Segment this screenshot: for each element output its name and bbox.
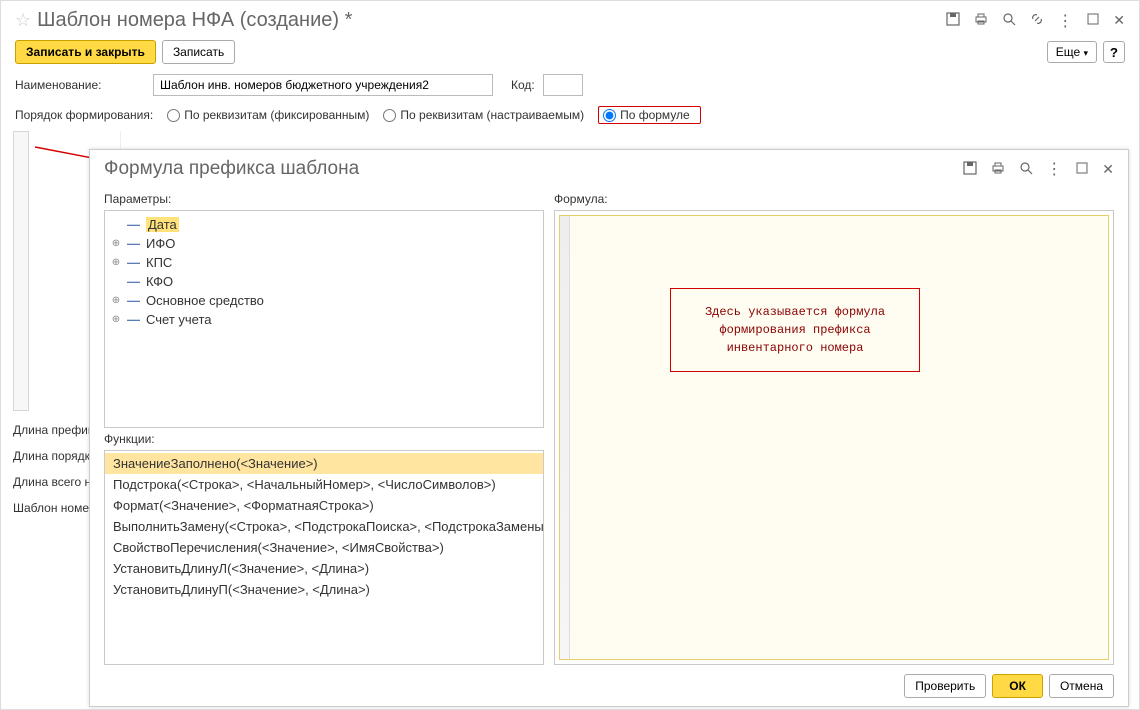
radio-formula-highlight: По формуле xyxy=(598,106,701,124)
formula-label: Формула: xyxy=(554,192,1114,206)
panel-edge xyxy=(13,131,29,411)
kebab-icon[interactable]: ⋮ xyxy=(1057,11,1073,31)
functions-label: Функции: xyxy=(104,432,544,446)
function-item[interactable]: ЗначениеЗаполнено(<Значение>) xyxy=(105,453,543,474)
right-column: Формула: Здесь указывается формула форми… xyxy=(554,188,1114,665)
help-button[interactable]: ? xyxy=(1103,41,1125,63)
param-item[interactable]: ⊕ — Счет учета xyxy=(105,310,543,329)
param-item[interactable]: ⊕ — КПС xyxy=(105,253,543,272)
close-icon[interactable]: ✕ xyxy=(1113,12,1125,29)
code-label: Код: xyxy=(511,78,535,92)
ok-button[interactable]: ОК xyxy=(992,674,1043,698)
expand-icon[interactable]: ⊕ xyxy=(111,314,121,325)
params-panel[interactable]: — Дата ⊕ — ИФО ⊕ — КПС — КФО ⊕ — Основное средство ⊕ —… xyxy=(104,210,544,428)
param-label: Основное средство xyxy=(146,293,264,308)
editor-gutter xyxy=(560,216,570,659)
expand-icon[interactable]: ⊕ xyxy=(111,257,121,268)
function-item[interactable]: СвойствоПеречисления(<Значение>, <ИмяСво… xyxy=(105,537,543,558)
name-row: Наименование: Код: xyxy=(15,74,1125,96)
expand-icon[interactable]: ⊕ xyxy=(111,238,121,249)
params-label: Параметры: xyxy=(104,192,544,206)
save-icon[interactable] xyxy=(945,11,961,30)
function-item[interactable]: УстановитьДлинуП(<Значение>, <Длина>) xyxy=(105,579,543,600)
formula-modal: Формула префикса шаблона ⋮ ✕ Параметры: … xyxy=(89,149,1129,707)
modal-print-icon[interactable] xyxy=(990,160,1006,179)
cancel-button[interactable]: Отмена xyxy=(1049,674,1114,698)
function-item[interactable]: Формат(<Значение>, <ФорматнаяСтрока>) xyxy=(105,495,543,516)
param-item[interactable]: — Дата xyxy=(105,215,543,234)
order-label: Порядок формирования: xyxy=(15,108,153,122)
star-icon[interactable]: ☆ xyxy=(15,10,31,31)
search-icon[interactable] xyxy=(1001,11,1017,30)
function-item[interactable]: УстановитьДлинуЛ(<Значение>, <Длина>) xyxy=(105,558,543,579)
bullet-icon: — xyxy=(127,236,140,251)
functions-panel[interactable]: ЗначениеЗаполнено(<Значение>)Подстрока(<… xyxy=(104,450,544,665)
radio-custom[interactable]: По реквизитам (настраиваемым) xyxy=(383,108,584,122)
expand-icon[interactable]: ⊕ xyxy=(111,295,121,306)
param-label: КПС xyxy=(146,255,172,270)
function-item[interactable]: Подстрока(<Строка>, <НачальныйНомер>, <Ч… xyxy=(105,474,543,495)
param-label: КФО xyxy=(146,274,173,289)
modal-maximize-icon[interactable] xyxy=(1074,160,1090,179)
more-button[interactable]: Еще ▾ xyxy=(1047,41,1097,63)
param-item[interactable]: ⊕ — Основное средство xyxy=(105,291,543,310)
window-title: Шаблон номера НФА (создание) * xyxy=(37,9,945,32)
bullet-icon: — xyxy=(127,255,140,270)
name-label: Наименование: xyxy=(15,78,145,92)
link-icon[interactable] xyxy=(1029,11,1045,30)
bullet-icon: — xyxy=(127,312,140,327)
modal-close-icon[interactable]: ✕ xyxy=(1102,161,1114,178)
param-label: ИФО xyxy=(146,236,175,251)
modal-footer: Проверить ОК Отмена xyxy=(90,665,1128,706)
bullet-icon: — xyxy=(127,293,140,308)
order-row: Порядок формирования: По реквизитам (фик… xyxy=(15,106,1125,124)
modal-search-icon[interactable] xyxy=(1018,160,1034,179)
radio-formula[interactable]: По формуле xyxy=(603,108,690,122)
main-window: ☆ Шаблон номера НФА (создание) * ⋮ ✕ Зап… xyxy=(1,1,1139,170)
function-item[interactable]: ВыполнитьЗамену(<Строка>, <ПодстрокаПоис… xyxy=(105,516,543,537)
save-and-close-button[interactable]: Записать и закрыть xyxy=(15,40,156,64)
save-button[interactable]: Записать xyxy=(162,40,235,64)
titlebar: ☆ Шаблон номера НФА (создание) * ⋮ ✕ xyxy=(15,9,1125,32)
maximize-icon[interactable] xyxy=(1085,11,1101,30)
param-label: Счет учета xyxy=(146,312,212,327)
left-column: Параметры: — Дата ⊕ — ИФО ⊕ — КПС — КФО ⊕ — Основное… xyxy=(104,188,544,665)
modal-kebab-icon[interactable]: ⋮ xyxy=(1046,159,1062,179)
formula-editor[interactable]: Здесь указывается формула формирования п… xyxy=(559,215,1109,660)
modal-save-icon[interactable] xyxy=(962,160,978,179)
modal-body: Параметры: — Дата ⊕ — ИФО ⊕ — КПС — КФО ⊕ — Основное… xyxy=(90,188,1128,665)
print-icon[interactable] xyxy=(973,11,989,30)
main-toolbar: Записать и закрыть Записать Еще ▾ ? xyxy=(15,40,1125,64)
check-button[interactable]: Проверить xyxy=(904,674,986,698)
param-item[interactable]: ⊕ — ИФО xyxy=(105,234,543,253)
modal-title: Формула префикса шаблона xyxy=(104,158,962,180)
modal-titlebar-actions: ⋮ ✕ xyxy=(962,159,1114,179)
name-input[interactable] xyxy=(153,74,493,96)
annotation-callout: Здесь указывается формула формирования п… xyxy=(670,288,920,372)
code-input[interactable] xyxy=(543,74,583,96)
titlebar-actions: ⋮ ✕ xyxy=(945,11,1125,31)
modal-titlebar: Формула префикса шаблона ⋮ ✕ xyxy=(90,150,1128,188)
radio-fixed[interactable]: По реквизитам (фиксированным) xyxy=(167,108,369,122)
formula-panel[interactable]: Здесь указывается формула формирования п… xyxy=(554,210,1114,665)
param-item[interactable]: — КФО xyxy=(105,272,543,291)
bullet-icon: — xyxy=(127,217,140,232)
bullet-icon: — xyxy=(127,274,140,289)
param-label: Дата xyxy=(146,217,179,232)
